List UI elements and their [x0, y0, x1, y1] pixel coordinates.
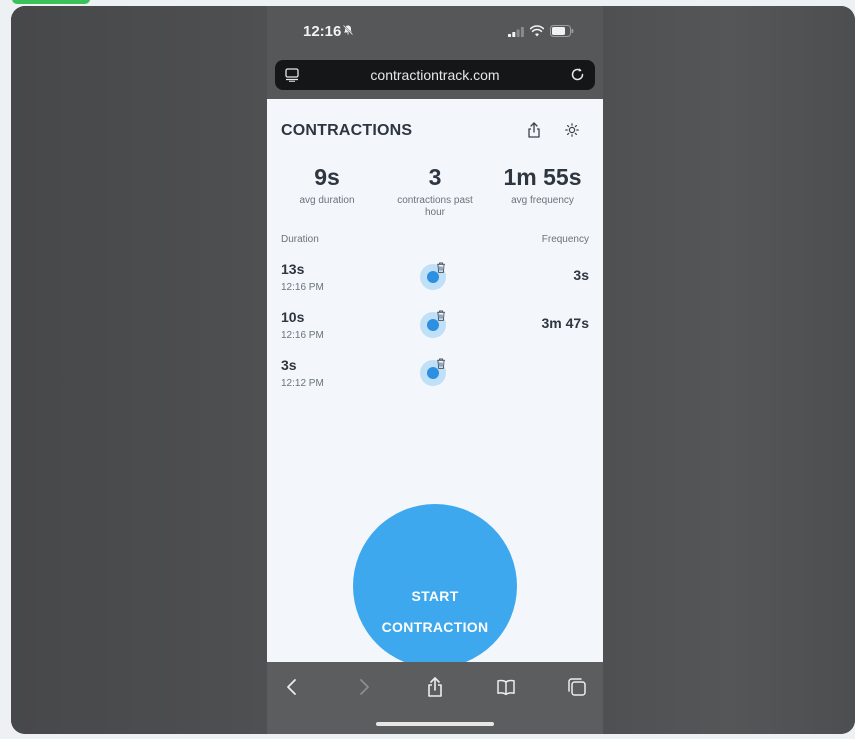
start-contraction-button[interactable]: START CONTRACTION: [353, 504, 517, 662]
reload-icon[interactable]: [570, 67, 585, 82]
home-indicator[interactable]: [376, 722, 494, 726]
trash-icon[interactable]: [436, 358, 446, 369]
blurred-background-left: [11, 6, 267, 734]
contraction-marker: [420, 358, 448, 386]
screen: 12:16 contractiontrack.com CONTRACTIONS …: [0, 0, 855, 739]
cellular-signal-icon: [508, 27, 524, 37]
list-item: 13s 12:16 PM 3s: [267, 259, 603, 303]
contraction-time: 12:16 PM: [281, 282, 324, 293]
phone-screen: 12:16 contractiontrack.com CONTRACTIONS …: [267, 6, 603, 734]
contraction-duration: 10s: [281, 309, 305, 325]
battery-icon: [550, 25, 574, 37]
trash-icon[interactable]: [436, 262, 446, 273]
contraction-marker: [420, 262, 448, 290]
list-item: 10s 12:16 PM 3m 47s: [267, 307, 603, 351]
contraction-app: CONTRACTIONS 9s avg duration 3 contracti…: [267, 99, 603, 662]
stat-avg-frequency: 1m 55s avg frequency: [495, 164, 590, 207]
column-header-duration: Duration: [281, 234, 319, 245]
back-chevron-icon[interactable]: [281, 676, 303, 698]
bell-slash-icon: [342, 24, 354, 36]
address-bar[interactable]: contractiontrack.com: [275, 60, 595, 90]
contraction-frequency: 3m 47s: [541, 315, 589, 331]
contraction-duration: 13s: [281, 261, 305, 277]
stat-value: 1m 55s: [503, 164, 582, 190]
stat-value: 3: [428, 164, 442, 190]
stat-label: contractions past hour: [397, 195, 473, 218]
trash-icon[interactable]: [436, 310, 446, 321]
contraction-time: 12:16 PM: [281, 330, 324, 341]
url-text[interactable]: contractiontrack.com: [275, 67, 595, 83]
contraction-marker: [420, 310, 448, 338]
status-bar: 12:16: [267, 6, 603, 56]
status-time: 12:16: [303, 23, 342, 40]
list-item: 3s 12:12 PM: [267, 355, 603, 399]
green-tab-indicator: [12, 0, 90, 4]
blurred-background-right: [603, 6, 855, 734]
wifi-icon: [530, 25, 544, 37]
start-button-line1: START: [411, 587, 459, 604]
start-button-line2: CONTRACTION: [381, 618, 489, 635]
stat-label: avg duration: [299, 195, 355, 206]
contraction-frequency: 3s: [573, 267, 589, 283]
sun-icon[interactable]: [565, 123, 579, 137]
tabs-icon[interactable]: [566, 676, 588, 698]
forward-chevron-icon[interactable]: [353, 676, 375, 698]
contraction-time: 12:12 PM: [281, 378, 324, 389]
page-title: CONTRACTIONS: [281, 122, 413, 139]
share-icon[interactable]: [527, 122, 541, 138]
share-icon[interactable]: [424, 676, 446, 698]
column-header-frequency: Frequency: [541, 234, 589, 245]
bookmarks-book-icon[interactable]: [495, 676, 517, 698]
stat-value: 9s: [314, 164, 340, 190]
video-frame: 12:16 contractiontrack.com CONTRACTIONS …: [11, 6, 855, 734]
stat-label: avg frequency: [511, 195, 574, 206]
contraction-duration: 3s: [281, 357, 297, 373]
stat-avg-duration: 9s avg duration: [287, 164, 367, 207]
browser-toolbar: [267, 662, 603, 734]
stat-contractions-past-hour: 3 contractions past hour: [395, 164, 475, 219]
